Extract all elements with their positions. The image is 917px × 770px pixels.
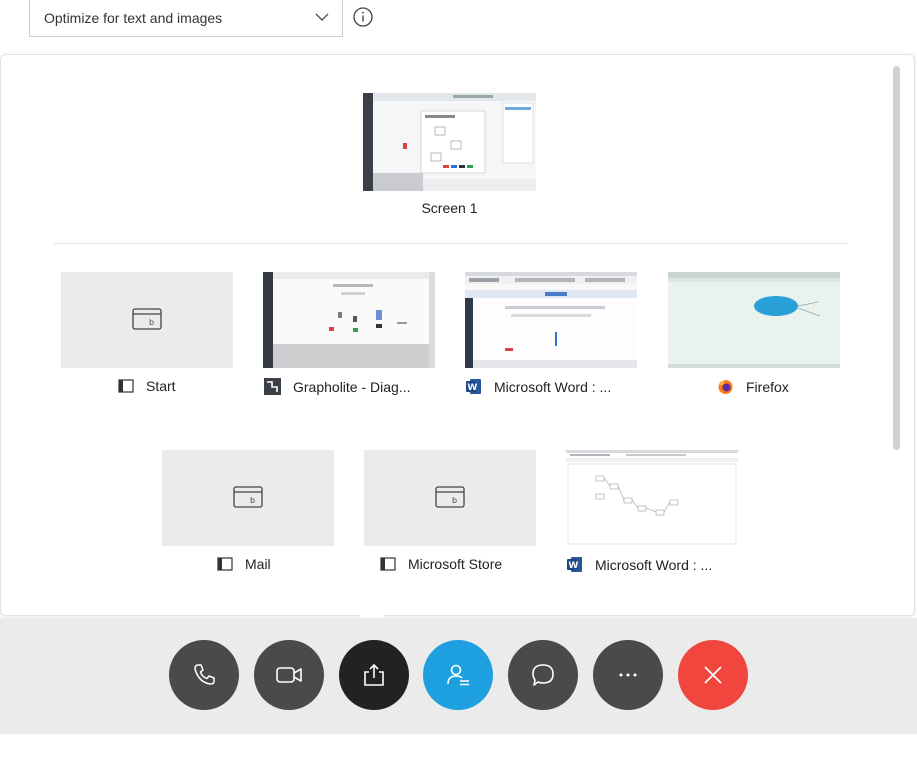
- app-tile-start[interactable]: b: [61, 272, 233, 368]
- word-icon: W: [466, 379, 481, 394]
- app-label-word-2: W Microsoft Word : ...: [566, 556, 712, 573]
- app-label-word-1: W Microsoft Word : ...: [465, 378, 611, 395]
- video-button[interactable]: [254, 640, 324, 710]
- firefox-icon: [718, 380, 733, 394]
- screen-1-thumbnail[interactable]: [363, 93, 536, 191]
- app-name: Microsoft Store: [408, 556, 503, 572]
- generic-app-icon: [380, 557, 396, 571]
- app-label-mail: Mail: [217, 556, 271, 572]
- chat-button[interactable]: [508, 640, 578, 710]
- svg-text:W: W: [568, 561, 578, 571]
- close-icon: [704, 666, 722, 684]
- panel-scrollbar[interactable]: [893, 66, 900, 450]
- bottom-margin: [0, 734, 917, 770]
- svg-text:W: W: [467, 383, 477, 393]
- optimize-dropdown-value: Optimize for text and images: [44, 10, 223, 26]
- audio-button[interactable]: [169, 640, 239, 710]
- generic-app-icon: [118, 379, 134, 393]
- chat-icon: [532, 664, 554, 686]
- share-icon: [364, 663, 384, 686]
- app-name: Microsoft Word : ...: [595, 556, 713, 573]
- app-tile-mail[interactable]: b: [162, 450, 334, 546]
- share-button[interactable]: [339, 640, 409, 710]
- app-name: Start: [146, 378, 176, 394]
- svg-text:b: b: [452, 496, 457, 505]
- phone-icon: [194, 664, 215, 685]
- more-options-button[interactable]: [593, 640, 663, 710]
- participants-icon: [447, 664, 469, 686]
- app-name: Firefox: [746, 378, 789, 395]
- app-label-microsoft-store: Microsoft Store: [380, 556, 502, 572]
- grapholite-icon: [264, 378, 281, 395]
- participants-button[interactable]: [423, 640, 493, 710]
- app-name: Microsoft Word : ...: [494, 378, 612, 395]
- video-camera-icon: [276, 667, 302, 683]
- window-placeholder-icon: b: [132, 308, 162, 330]
- generic-app-icon: [217, 557, 233, 571]
- app-name: Grapholite - Diag...: [293, 378, 411, 395]
- more-icon: [619, 673, 637, 677]
- screen-1-label: Screen 1: [421, 200, 478, 216]
- window-placeholder-icon: b: [435, 486, 465, 508]
- svg-text:b: b: [250, 496, 255, 505]
- app-thumb-firefox[interactable]: [668, 272, 840, 368]
- app-label-start: Start: [118, 378, 176, 394]
- app-thumb-word-2[interactable]: [566, 450, 738, 546]
- optimize-dropdown[interactable]: Optimize for text and images: [29, 0, 343, 37]
- app-label-grapholite: Grapholite - Diag...: [264, 378, 411, 395]
- leave-meeting-button[interactable]: [678, 640, 748, 710]
- top-bar: Optimize for text and images: [0, 0, 917, 52]
- chevron-down-icon: [315, 13, 329, 21]
- app-tile-microsoft-store[interactable]: b: [364, 450, 536, 546]
- svg-text:b: b: [149, 318, 154, 327]
- app-label-firefox: Firefox: [717, 378, 789, 395]
- window-placeholder-icon: b: [233, 486, 263, 508]
- section-divider: [54, 243, 848, 244]
- app-thumb-word-1[interactable]: [465, 272, 637, 368]
- info-icon[interactable]: [352, 6, 374, 28]
- app-name: Mail: [245, 556, 271, 572]
- word-icon: W: [567, 557, 582, 572]
- app-thumb-grapholite[interactable]: [263, 272, 435, 368]
